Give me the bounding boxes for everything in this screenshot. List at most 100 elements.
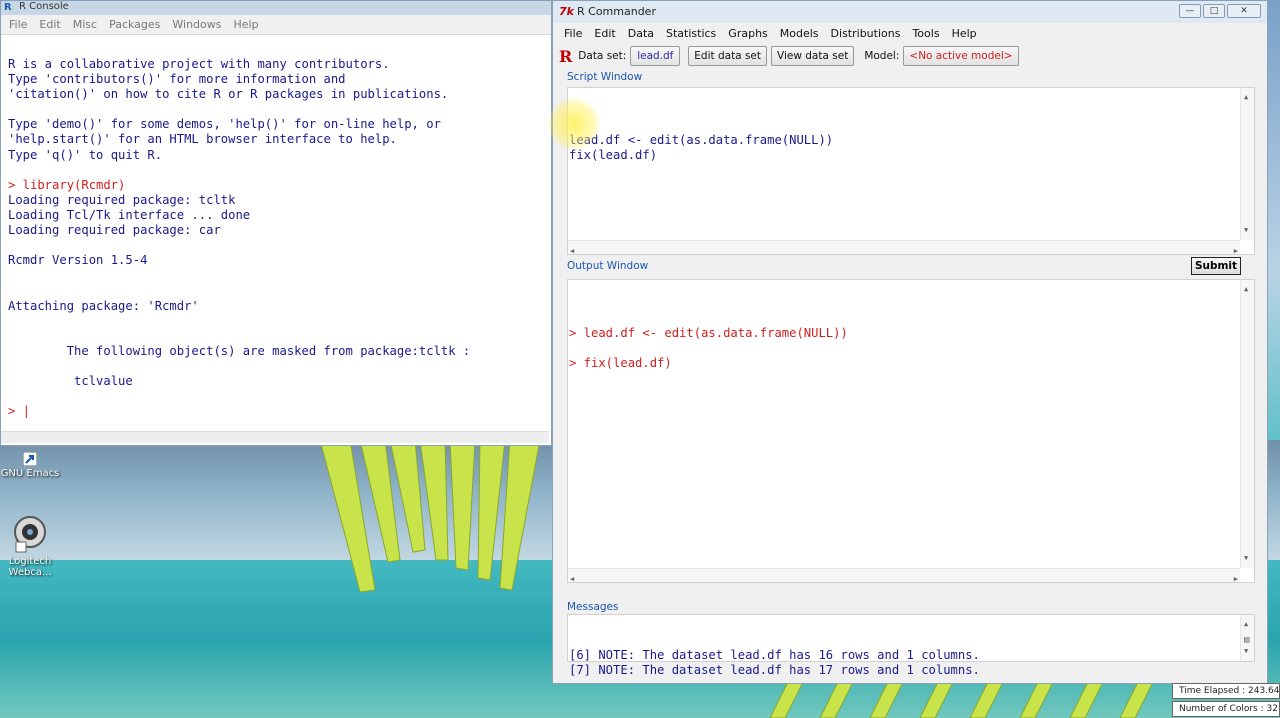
script-window-label: Script Window <box>567 71 643 83</box>
menu-misc[interactable]: Misc <box>73 18 97 31</box>
console-line: Loading Tcl/Tk interface ... done <box>8 207 251 222</box>
console-line: Type 'demo()' for some demos, 'help()' f… <box>8 117 441 132</box>
scroll-right-icon[interactable]: ▶ <box>1234 572 1238 587</box>
scroll-down-icon[interactable]: ▼ <box>1244 223 1248 238</box>
scroll-up-icon[interactable]: ▲ <box>1244 617 1248 632</box>
minimize-icon[interactable]: — <box>1179 4 1201 18</box>
r-console-titlebar[interactable]: R R Console <box>1 1 551 15</box>
r-console-output[interactable]: R is a collaborative project with many c… <box>1 37 551 429</box>
console-line: 'help.start()' for an HTML browser inter… <box>8 132 397 147</box>
scroll-up-icon[interactable]: ▲ <box>1244 90 1248 105</box>
r-commander-menubar: File Edit Data Statistics Graphs Models … <box>553 23 1267 43</box>
r-commander-toolbar: R Data set: lead.df Edit data set View d… <box>559 44 1023 68</box>
console-line: Type 'q()' to quit R. <box>8 147 163 162</box>
menu-help[interactable]: Help <box>952 27 977 40</box>
script-vertical-scrollbar[interactable]: ▲ ▼ <box>1240 88 1254 240</box>
menu-models[interactable]: Models <box>780 27 819 40</box>
r-logo-icon: R <box>4 2 12 13</box>
desktop-icon-gnu-emacs[interactable]: GNU Emacs <box>0 452 60 479</box>
window-controls: — □ ✕ <box>1179 4 1261 18</box>
menu-edit[interactable]: Edit <box>594 27 615 40</box>
r-commander-logo-icon: 7k <box>559 5 574 18</box>
messages-vertical-scrollbar[interactable]: ▲ ▤ ▼ <box>1240 615 1254 661</box>
menu-distributions[interactable]: Distributions <box>831 27 901 40</box>
console-line: > | <box>8 404 31 419</box>
console-line: Type 'contributors()' for more informati… <box>8 72 346 87</box>
scroll-down-icon[interactable]: ▼ <box>1244 644 1248 659</box>
console-line: Loading required package: tcltk <box>8 192 236 207</box>
console-line: The following object(s) are masked from … <box>8 343 471 358</box>
submit-button[interactable]: Submit <box>1191 257 1241 275</box>
script-line: fix(lead.df) <box>569 148 658 163</box>
scroll-up-icon[interactable]: ▲ <box>1244 282 1248 297</box>
console-line: Rcmdr Version 1.5-4 <box>8 253 148 268</box>
script-line: lead.df <- edit(as.data.frame(NULL)) <box>569 133 834 148</box>
output-text: > lead.df <- edit(as.data.frame(NULL)) >… <box>569 326 1254 371</box>
dataset-label: Data set: <box>578 50 627 62</box>
r-console-title: R Console <box>19 1 69 12</box>
cursor-highlight <box>548 98 600 150</box>
close-icon[interactable]: ✕ <box>1227 4 1261 18</box>
r-commander-titlebar[interactable]: 7k R Commander — □ ✕ <box>553 1 1267 23</box>
maximize-icon[interactable]: □ <box>1203 4 1225 18</box>
r-commander-window: 7k R Commander — □ ✕ File Edit Data Stat… <box>552 0 1268 684</box>
menu-packages[interactable]: Packages <box>109 18 160 31</box>
messages-text: [6] NOTE: The dataset lead.df has 16 row… <box>569 648 1254 678</box>
menu-edit[interactable]: Edit <box>39 18 60 31</box>
menu-help[interactable]: Help <box>234 18 259 31</box>
menu-graphs[interactable]: Graphs <box>728 27 767 40</box>
desktop-icon-label: Logitech Webca... <box>8 556 52 578</box>
message-line: [6] NOTE: The dataset lead.df has 16 row… <box>569 648 980 663</box>
r-commander-title: R Commander <box>577 5 656 18</box>
r-console-horizontal-scrollbar[interactable] <box>1 431 549 443</box>
message-line: [7] NOTE: The dataset lead.df has 17 row… <box>569 663 980 678</box>
number-of-colors-status: Number of Colors : 32 bit <box>1172 701 1280 717</box>
console-line: R is a collaborative project with many c… <box>8 57 390 71</box>
messages-label: Messages <box>567 601 619 613</box>
script-horizontal-scrollbar[interactable]: ◀ ▶ <box>568 240 1240 255</box>
edit-dataset-button[interactable]: Edit data set <box>688 46 768 66</box>
desktop-icon-label: GNU Emacs <box>0 468 60 479</box>
menu-file[interactable]: File <box>564 27 582 40</box>
output-window[interactable]: > lead.df <- edit(as.data.frame(NULL)) >… <box>567 279 1255 583</box>
console-line: Attaching package: 'Rcmdr' <box>8 298 199 313</box>
output-horizontal-scrollbar[interactable]: ◀ ▶ <box>568 568 1240 583</box>
script-window[interactable]: lead.df <- edit(as.data.frame(NULL)) fix(… <box>567 87 1255 255</box>
menu-data[interactable]: Data <box>628 27 654 40</box>
output-line: > lead.df <- edit(as.data.frame(NULL)) <box>569 326 848 341</box>
scroll-down-icon[interactable]: ▼ <box>1244 551 1248 566</box>
menu-windows[interactable]: Windows <box>172 18 221 31</box>
view-dataset-button[interactable]: View data set <box>771 46 855 66</box>
menu-statistics[interactable]: Statistics <box>666 27 716 40</box>
shortcut-arrow-icon <box>23 452 37 466</box>
scroll-left-icon[interactable]: ◀ <box>570 244 574 259</box>
menu-file[interactable]: File <box>9 18 27 31</box>
output-window-label: Output Window <box>567 260 649 272</box>
active-model-button[interactable]: <No active model> <box>903 46 1019 66</box>
menu-tools[interactable]: Tools <box>912 27 939 40</box>
console-line: > library(Rcmdr) <box>8 177 126 192</box>
messages-window[interactable]: [6] NOTE: The dataset lead.df has 16 row… <box>567 614 1255 677</box>
r-console-window: R R Console File Edit Misc Packages Wind… <box>0 0 552 446</box>
webcam-icon <box>14 516 46 553</box>
script-text[interactable]: lead.df <- edit(as.data.frame(NULL)) fix(… <box>569 133 1254 163</box>
model-label: Model: <box>864 50 900 62</box>
active-dataset-button[interactable]: lead.df <box>630 46 681 66</box>
desktop-icon-logitech-webcam[interactable]: Logitech Webca... <box>0 514 60 578</box>
console-line: tclvalue <box>8 373 133 388</box>
time-elapsed-status: Time Elapsed : 243.64 se <box>1172 683 1280 699</box>
output-vertical-scrollbar[interactable]: ▲ ▼ <box>1240 280 1254 568</box>
output-line: > fix(lead.df) <box>569 356 672 371</box>
r-console-menubar: File Edit Misc Packages Windows Help <box>1 15 551 35</box>
scroll-left-icon[interactable]: ◀ <box>570 572 574 587</box>
